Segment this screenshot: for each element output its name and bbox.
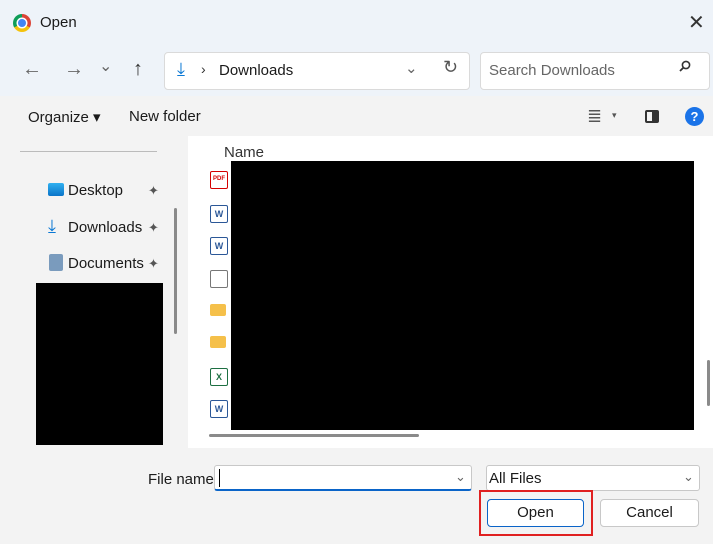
file-name-label: File name: bbox=[148, 471, 219, 488]
sidebar-divider bbox=[20, 151, 157, 152]
preview-pane-icon[interactable] bbox=[645, 110, 659, 123]
open-button[interactable]: Open bbox=[487, 499, 584, 527]
file-name-input[interactable]: ⌄ bbox=[214, 465, 472, 491]
file-type-value: All Files bbox=[489, 470, 542, 487]
chevron-down-icon[interactable]: ⌄ bbox=[455, 469, 466, 485]
view-options-icon[interactable]: ≣ bbox=[587, 106, 602, 127]
sidebar-item-downloads[interactable]: Downloads bbox=[68, 219, 142, 236]
organize-button[interactable]: Organize ▾ bbox=[28, 108, 101, 126]
sidebar-scrollbar[interactable] bbox=[174, 208, 177, 334]
vertical-scrollbar[interactable] bbox=[707, 360, 710, 406]
redacted-sidebar-area bbox=[36, 283, 163, 445]
title-bar bbox=[0, 0, 713, 46]
sidebar-item-documents[interactable]: Documents bbox=[68, 255, 144, 272]
chevron-down-icon[interactable]: ⌄ bbox=[683, 469, 694, 485]
address-dropdown-icon[interactable]: ⌄ bbox=[405, 59, 418, 77]
folder-icon bbox=[210, 304, 226, 316]
file-type-select[interactable]: All Files ⌄ bbox=[486, 465, 700, 491]
up-button[interactable]: ↑ bbox=[133, 58, 143, 81]
new-folder-button[interactable]: New folder bbox=[129, 108, 201, 125]
window-title: Open bbox=[40, 14, 77, 31]
blank-file-icon bbox=[210, 270, 228, 288]
back-button[interactable]: ← bbox=[22, 58, 42, 81]
help-icon[interactable]: ? bbox=[685, 107, 704, 126]
pin-icon: ✦ bbox=[148, 220, 159, 235]
download-icon: ⤓ bbox=[177, 59, 185, 79]
breadcrumb-downloads[interactable]: Downloads bbox=[219, 62, 293, 79]
horizontal-scrollbar[interactable] bbox=[209, 434, 419, 437]
column-header-name[interactable]: Name bbox=[224, 144, 264, 161]
text-cursor bbox=[219, 469, 220, 487]
refresh-icon[interactable]: ↻ bbox=[443, 57, 458, 78]
download-icon: ⤓ bbox=[48, 216, 56, 236]
pin-icon: ✦ bbox=[148, 256, 159, 271]
search-box[interactable]: Search Downloads bbox=[480, 52, 710, 90]
close-button[interactable]: ✕ bbox=[688, 10, 705, 35]
sidebar-item-desktop[interactable]: Desktop bbox=[68, 182, 123, 199]
recent-locations-button[interactable]: ⌄ bbox=[99, 56, 112, 76]
redacted-file-names bbox=[231, 161, 694, 430]
desktop-icon bbox=[48, 183, 64, 196]
chrome-icon bbox=[13, 14, 31, 32]
view-dropdown-icon[interactable]: ▾ bbox=[612, 110, 617, 121]
excel-icon: X bbox=[210, 368, 228, 386]
word-icon: W bbox=[210, 237, 228, 255]
search-icon[interactable] bbox=[679, 60, 691, 72]
documents-icon bbox=[49, 254, 63, 271]
breadcrumb-separator: › bbox=[201, 61, 206, 77]
cancel-button[interactable]: Cancel bbox=[600, 499, 699, 527]
search-placeholder: Search Downloads bbox=[489, 62, 615, 79]
word-icon: W bbox=[210, 400, 228, 418]
pin-icon: ✦ bbox=[148, 183, 159, 198]
word-icon: W bbox=[210, 205, 228, 223]
address-bar[interactable]: ⤓ › Downloads ⌄ ↻ bbox=[164, 52, 470, 90]
forward-button[interactable]: → bbox=[64, 58, 84, 81]
folder-icon bbox=[210, 336, 226, 348]
pdf-icon: PDF bbox=[210, 171, 228, 189]
dialog-footer bbox=[0, 448, 713, 544]
command-bar bbox=[0, 96, 713, 136]
